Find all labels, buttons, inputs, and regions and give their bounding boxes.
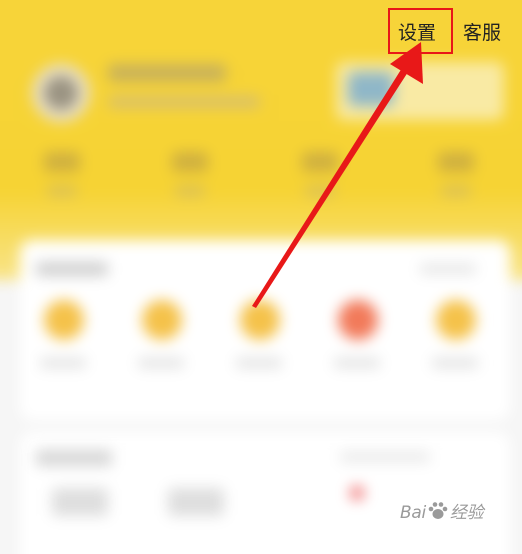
service-tile-icon[interactable] xyxy=(338,300,378,340)
app-screen: 设置 客服 Bai 经验 xyxy=(0,0,522,554)
service-tile-icon[interactable] xyxy=(240,300,280,340)
secondary-card-title xyxy=(36,450,112,466)
service-tile-icon[interactable] xyxy=(142,300,182,340)
watermark-brand-prefix: Bai xyxy=(400,503,426,523)
secondary-card-more-link[interactable] xyxy=(340,452,430,462)
service-tile-label xyxy=(334,358,380,368)
services-card-more-link[interactable] xyxy=(420,264,476,274)
user-name xyxy=(108,64,226,82)
service-tile-icon[interactable] xyxy=(44,300,84,340)
notification-dot xyxy=(350,486,364,500)
secondary-item[interactable] xyxy=(52,488,108,516)
settings-highlight-box xyxy=(388,8,453,54)
watermark-brand-suffix: 经验 xyxy=(449,503,484,523)
vip-card-icon xyxy=(348,72,394,106)
blurred-content xyxy=(0,0,522,554)
service-tile-label xyxy=(236,358,282,368)
stat-item[interactable] xyxy=(436,152,476,204)
avatar-image xyxy=(44,76,78,110)
services-card-title xyxy=(36,262,108,276)
user-subtitle xyxy=(108,96,260,108)
service-tile-label xyxy=(432,358,478,368)
customer-service-button[interactable]: 客服 xyxy=(463,18,501,48)
stat-item[interactable] xyxy=(170,152,210,204)
baidu-watermark: Bai 经验 xyxy=(400,498,484,523)
secondary-item[interactable] xyxy=(168,488,224,516)
paw-logo-icon xyxy=(428,502,448,519)
stat-item[interactable] xyxy=(42,152,82,204)
stat-item[interactable] xyxy=(300,152,340,204)
service-tile-label xyxy=(40,358,86,368)
service-tile-label xyxy=(138,358,184,368)
service-tile-icon[interactable] xyxy=(436,300,476,340)
